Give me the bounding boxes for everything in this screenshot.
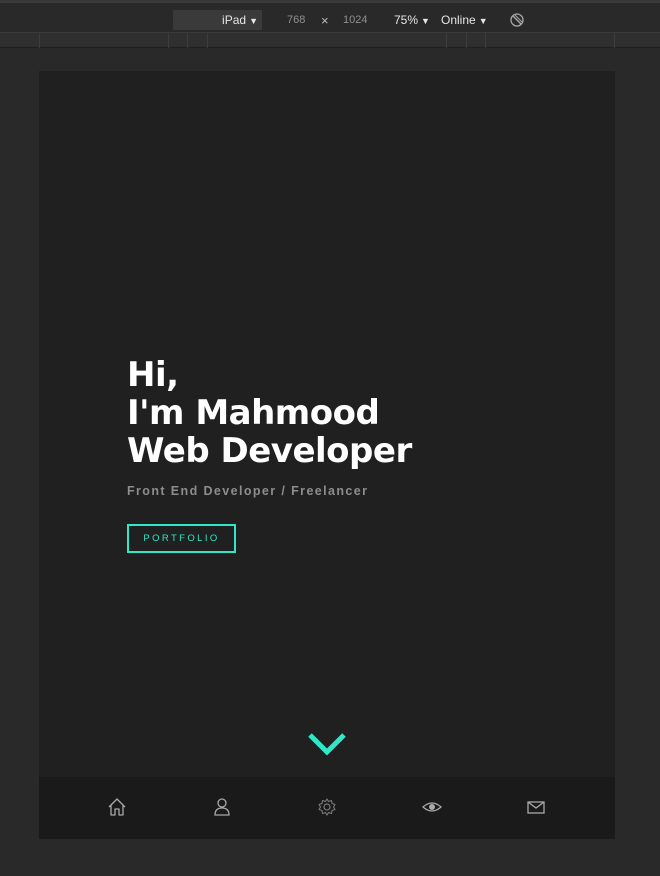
ruler-tick: [187, 33, 188, 48]
rotate-icon[interactable]: [509, 12, 525, 28]
bottom-nav: [39, 777, 615, 839]
width-field[interactable]: 768: [287, 10, 305, 30]
device-select-value: iPad: [222, 13, 247, 27]
mail-icon[interactable]: [525, 796, 547, 818]
height-field[interactable]: 1024: [343, 10, 367, 30]
chevron-down-icon: ▼: [421, 16, 430, 26]
zoom-select-value: 75%: [394, 13, 419, 27]
times-icon: ×: [321, 13, 329, 28]
ruler-tick: [168, 33, 169, 48]
browser-devtools-window: iPad ▼ 768 × 1024 75% ▼ Online ▼ Hi, I'm Ma…: [0, 0, 660, 876]
zoom-select[interactable]: 75% ▼: [394, 10, 430, 30]
home-icon[interactable]: [106, 796, 128, 818]
hero-greeting: Hi,: [127, 355, 179, 395]
chevron-down-icon[interactable]: [307, 732, 347, 758]
chevron-down-icon: ▼: [478, 16, 488, 26]
hero-title: Hi, I'm Mahmood Web Developer: [127, 356, 412, 470]
media-query-bar[interactable]: [0, 32, 660, 48]
device-select[interactable]: iPad ▼: [173, 10, 262, 30]
eye-icon[interactable]: [421, 796, 443, 818]
network-select-value: Online: [441, 13, 476, 27]
hero-subtitle: Front End Developer / Freelancer: [127, 484, 369, 498]
ruler-tick: [39, 33, 40, 48]
portfolio-button[interactable]: PORTFOLIO: [127, 524, 236, 553]
hero-role: Web Developer: [127, 431, 412, 471]
ruler-tick: [466, 33, 467, 48]
gear-icon[interactable]: [316, 796, 338, 818]
device-toolbar: iPad ▼ 768 × 1024 75% ▼ Online ▼: [0, 0, 660, 32]
ruler-tick: [614, 33, 615, 48]
chevron-down-icon: ▼: [249, 16, 258, 26]
ruler-tick: [207, 33, 208, 48]
network-select[interactable]: Online ▼: [441, 10, 488, 30]
device-viewport: Hi, I'm Mahmood Web Developer Front End …: [39, 71, 615, 839]
ruler-tick: [446, 33, 447, 48]
hero-name: I'm Mahmood: [127, 393, 380, 433]
user-icon[interactable]: [211, 796, 233, 818]
ruler-tick: [485, 33, 486, 48]
